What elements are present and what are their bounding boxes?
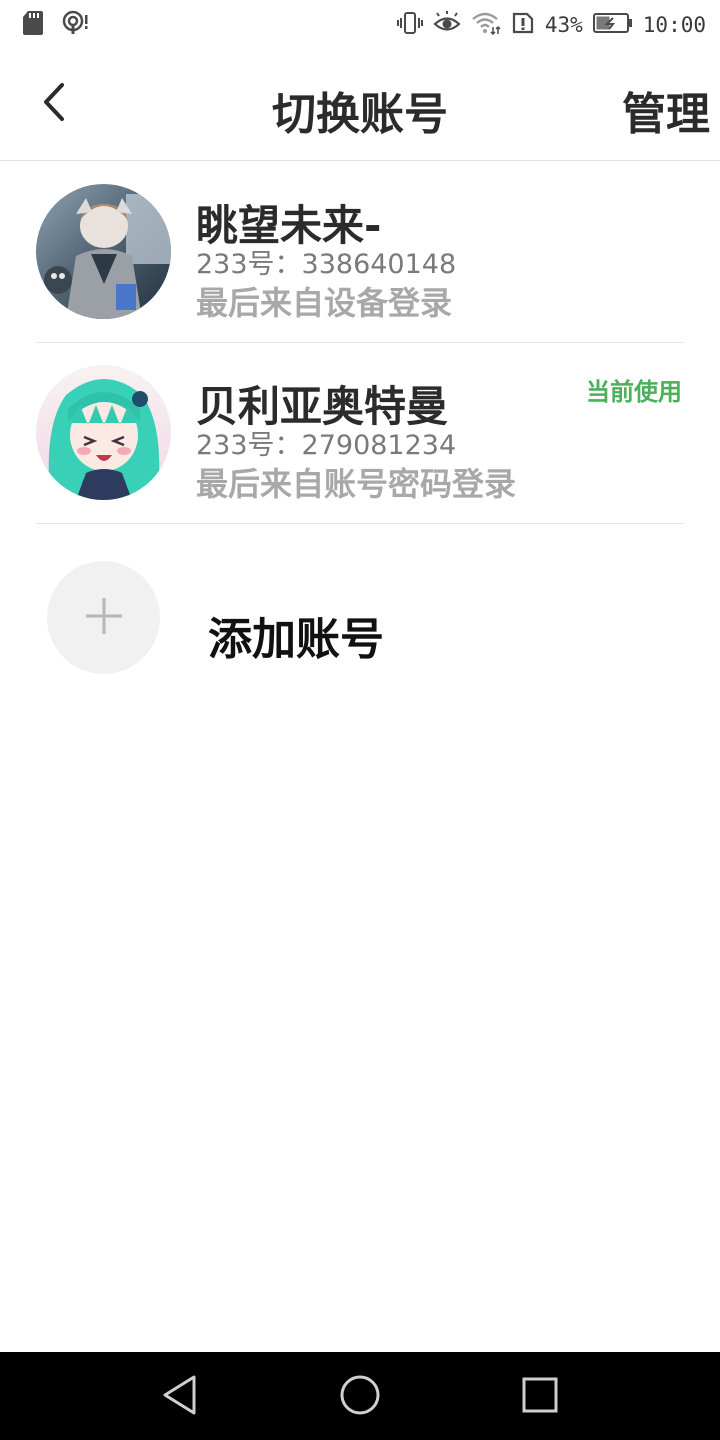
navigation-bar [0,1352,720,1440]
wifi-icon [471,11,501,39]
manage-button[interactable]: 管理 [622,78,710,142]
account-item[interactable]: 眺望未来- 233号：338640148 最后来自设备登录 [0,162,720,343]
status-right-group: 43% 10:00 [396,9,706,41]
account-item[interactable]: 贝利亚奥特曼 233号：279081234 最后来自账号密码登录 当前使用 [0,343,720,524]
clock: 10:00 [642,13,706,37]
add-account-button[interactable]: 添加账号 [0,545,720,685]
account-login-source: 最后来自设备登录 [196,284,453,322]
sd-card-icon [22,10,44,40]
alert-icon [511,11,535,39]
vibrate-icon [396,11,423,39]
avatar [36,365,171,500]
page-title: 切换账号 [272,89,448,140]
plus-icon [84,596,124,640]
account-id: 233号：279081234 [196,430,457,461]
add-account-label: 添加账号 [208,614,384,665]
account-id: 233号：338640148 [196,249,457,280]
battery-percent: 43% [544,13,583,37]
status-left-group [22,10,90,40]
nav-back-icon [160,1374,200,1420]
nav-home-button[interactable] [337,1374,383,1420]
header-bar: 切换账号 管理 [0,50,720,161]
nav-recents-button[interactable] [517,1374,563,1420]
account-login-source: 最后来自账号密码登录 [196,465,517,503]
current-account-badge: 当前使用 [586,378,682,406]
avatar [36,184,171,319]
nav-back-button[interactable] [157,1374,203,1420]
divider [36,523,684,524]
nav-recents-icon [521,1376,559,1418]
hotspot-alert-icon [62,10,90,40]
nav-home-icon [339,1374,381,1420]
add-account-circle [47,561,160,674]
account-list: 眺望未来- 233号：338640148 最后来自设备登录 贝利亚奥特曼 233… [0,162,720,524]
eye-comfort-icon [433,11,461,39]
status-bar: 43% 10:00 [0,0,720,50]
battery-charging-icon [592,12,633,38]
